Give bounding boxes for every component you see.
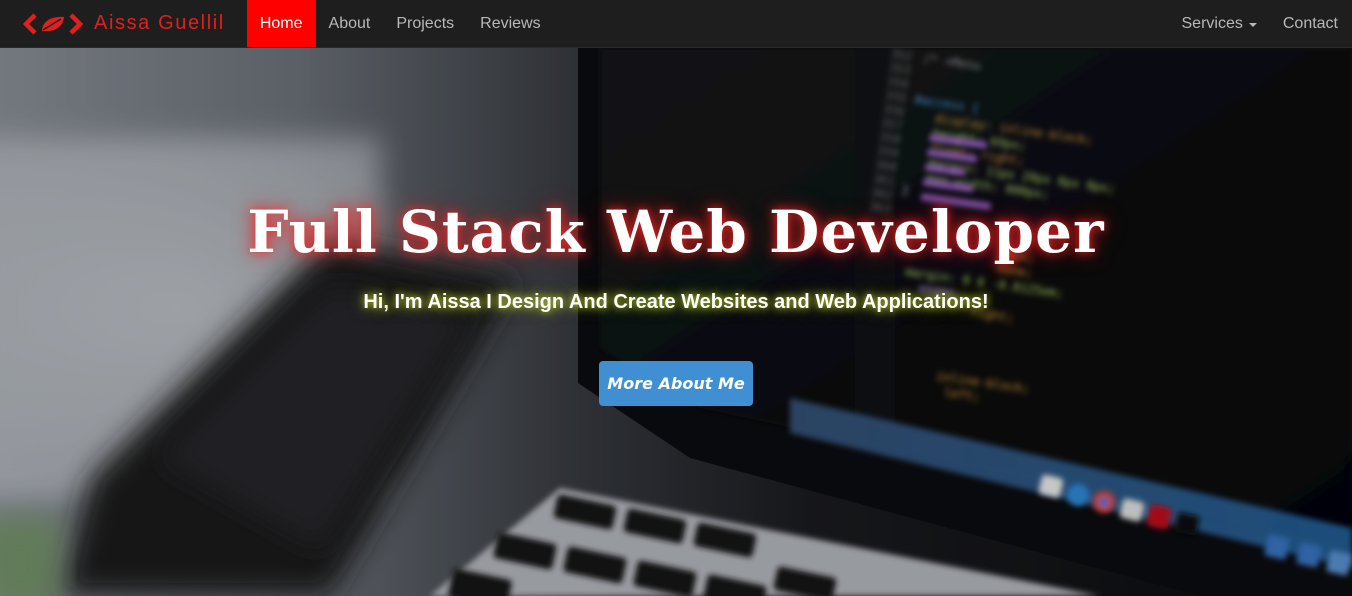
nav-item-services-label: Services bbox=[1181, 14, 1243, 32]
nav-item-services-dropdown[interactable]: Services bbox=[1169, 0, 1270, 47]
hero-section: 352 353 354 355 356 357 358 359 360 361 … bbox=[0, 48, 1352, 596]
brand-link[interactable]: Aissa Guellil bbox=[0, 0, 247, 47]
more-about-me-button[interactable]: More About Me bbox=[599, 361, 753, 406]
brand-name: Aissa Guellil bbox=[94, 12, 225, 34]
primary-nav: Home About Projects Reviews bbox=[246, 0, 554, 47]
hero-overlay bbox=[0, 48, 1352, 596]
top-navbar: Aissa Guellil Home About Projects Review… bbox=[0, 0, 1352, 48]
nav-item-projects[interactable]: Projects bbox=[383, 0, 467, 47]
nav-item-home[interactable]: Home bbox=[246, 0, 316, 47]
secondary-nav: Services Contact bbox=[1169, 0, 1352, 47]
nav-item-reviews[interactable]: Reviews bbox=[467, 0, 553, 47]
hero-title: Full Stack Web Developer bbox=[247, 198, 1105, 266]
caret-down-icon bbox=[1248, 22, 1257, 27]
nav-item-contact[interactable]: Contact bbox=[1270, 0, 1351, 47]
nav-item-about[interactable]: About bbox=[316, 0, 384, 47]
code-brackets-leaf-icon bbox=[22, 12, 84, 35]
hero-subtitle: Hi, I'm Aissa I Design And Create Websit… bbox=[363, 291, 989, 313]
